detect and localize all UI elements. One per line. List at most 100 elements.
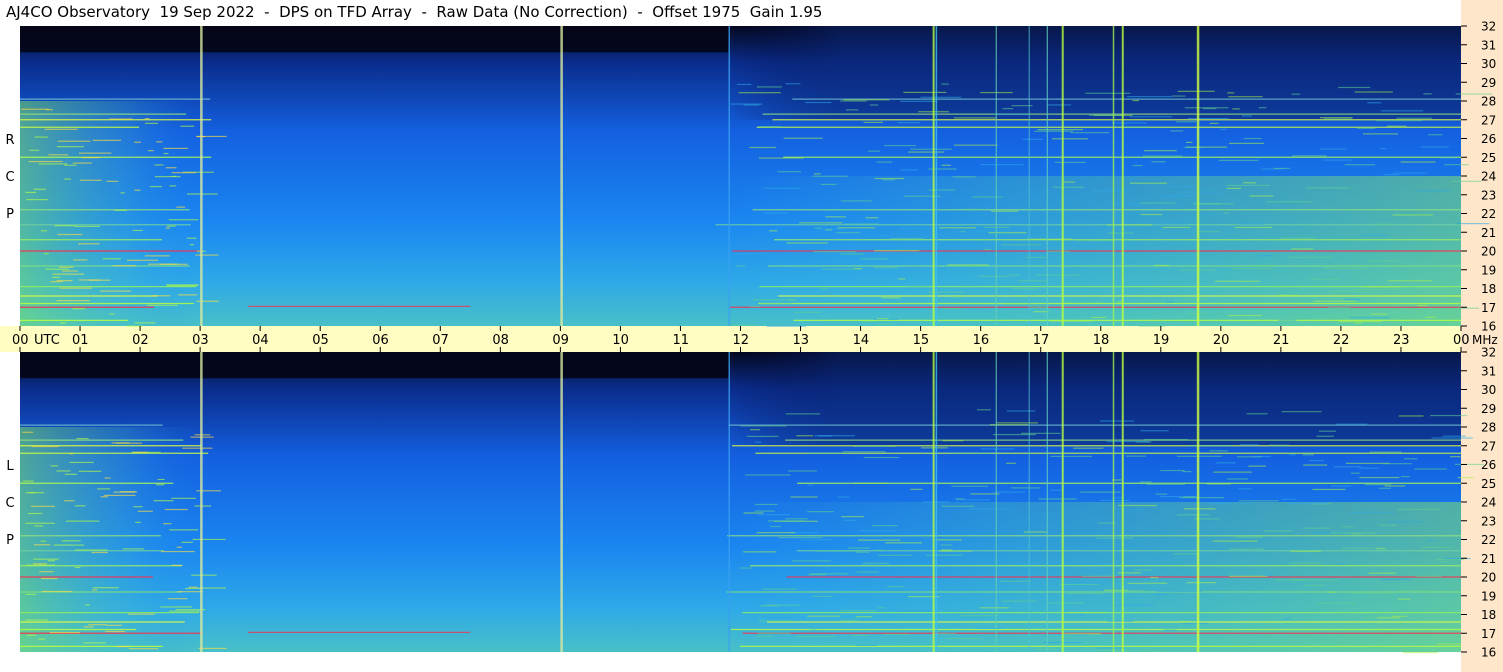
lcp-speckle bbox=[810, 573, 849, 575]
lcp-speckle bbox=[926, 554, 963, 556]
lcp-speckle bbox=[1252, 455, 1271, 458]
time-tick-label-24: 00 bbox=[1453, 333, 1470, 348]
time-tick-label-2: 02 bbox=[132, 333, 149, 348]
lcp-speckle-left bbox=[133, 506, 143, 508]
lcp-speckle bbox=[1050, 489, 1064, 491]
rcp-speckle bbox=[1344, 164, 1376, 166]
rcp-speckle-left bbox=[165, 167, 177, 169]
lcp-speckle-left bbox=[69, 453, 74, 455]
lcp-speckle-left bbox=[192, 538, 226, 541]
time-tick-label-20: 20 bbox=[1213, 333, 1230, 348]
rcp-speckle-left bbox=[44, 128, 78, 130]
rcp-speckle bbox=[953, 117, 996, 119]
lcp-speckle bbox=[739, 567, 752, 569]
lcp-speckle-left bbox=[83, 626, 94, 628]
lcp-speckle-left bbox=[25, 564, 56, 566]
lcp-speckle bbox=[862, 562, 890, 564]
rcp-speckle bbox=[822, 268, 861, 270]
lcp-speckle bbox=[994, 491, 1026, 493]
lcp-speckle bbox=[1179, 497, 1224, 499]
rcp-speckle bbox=[1144, 150, 1177, 152]
lcp-speckle bbox=[1336, 423, 1368, 425]
lcp-speckle bbox=[863, 456, 900, 459]
rcp-speckle bbox=[940, 308, 962, 310]
rcp-speckle bbox=[1009, 274, 1020, 276]
lcp-upper-cutoff bbox=[20, 352, 729, 379]
rcp-speckle bbox=[1292, 155, 1327, 157]
lcp-speckle bbox=[1398, 415, 1424, 417]
rcp-speckle bbox=[1052, 138, 1089, 140]
rcp-speckle bbox=[1033, 311, 1049, 313]
time-tick-label-15: 15 bbox=[913, 333, 930, 348]
lcp-speckle bbox=[955, 498, 965, 500]
time-tick-label-21: 21 bbox=[1273, 333, 1290, 348]
rcp-speckle bbox=[1046, 104, 1072, 106]
lcp-speckle bbox=[858, 539, 901, 541]
rcp-vertical-streak-9 bbox=[1112, 26, 1115, 326]
rcp-speckle-left bbox=[79, 179, 102, 181]
lcp-speckle bbox=[1017, 547, 1031, 549]
lcp-speckle-left bbox=[74, 566, 81, 569]
lcp-speckle bbox=[1421, 546, 1452, 548]
freq-tick-label-1-8: 24 bbox=[1481, 496, 1496, 510]
rcp-early-band bbox=[20, 101, 201, 326]
rcp-speckle-left bbox=[52, 273, 84, 275]
lcp-speckle bbox=[754, 510, 775, 512]
rcp-speckle-left bbox=[144, 122, 159, 124]
lcp-speckle bbox=[1066, 592, 1103, 595]
freq-tick-label-1-14: 30 bbox=[1481, 383, 1496, 397]
lcp-speckle bbox=[976, 627, 1002, 629]
rcp-speckle bbox=[1280, 237, 1315, 239]
lcp-speckle-left bbox=[27, 634, 37, 636]
rcp-speckle bbox=[1001, 244, 1041, 246]
lcp-speckle bbox=[841, 516, 864, 518]
rcp-speckle bbox=[1200, 231, 1221, 233]
rcp-speckle bbox=[1320, 148, 1347, 150]
rcp-speckle bbox=[843, 99, 890, 101]
lcp-speckle bbox=[853, 482, 888, 484]
rcp-speckle bbox=[1170, 130, 1184, 132]
rcp-speckle-left bbox=[100, 290, 132, 292]
freq-tick-label-1-1: 17 bbox=[1481, 627, 1496, 641]
freq-tick-label-1-3: 19 bbox=[1481, 589, 1496, 603]
lcp-speckle-left bbox=[128, 648, 159, 650]
rcp-speckle bbox=[1155, 223, 1189, 225]
lcp-speckle bbox=[1063, 633, 1102, 635]
rcp-speckle-left bbox=[109, 313, 115, 315]
lcp-speckle bbox=[1078, 614, 1086, 616]
rcp-speckle bbox=[1163, 195, 1189, 197]
rcp-speckle bbox=[1129, 182, 1167, 184]
rcp-speckle bbox=[1132, 164, 1143, 167]
lcp-speckle bbox=[1350, 472, 1360, 474]
rcp-speckle bbox=[1022, 138, 1043, 140]
lcp-speckle-left bbox=[40, 540, 47, 542]
rcp-speckle bbox=[1234, 226, 1273, 229]
time-tick-label-16: 16 bbox=[973, 333, 990, 348]
rcp-speckle bbox=[1091, 316, 1107, 319]
lcp-speckle bbox=[935, 539, 962, 541]
rcp-speckle bbox=[1273, 167, 1291, 169]
rcp-speckle bbox=[1092, 190, 1130, 192]
rcp-speckle-left bbox=[57, 140, 91, 142]
lcp-speckle bbox=[1118, 504, 1157, 507]
rcp-speckle bbox=[793, 311, 821, 313]
rcp-speckle-left bbox=[132, 229, 143, 232]
lcp-speckle bbox=[1067, 582, 1108, 584]
lcp-speckle-left bbox=[53, 544, 85, 546]
rcp-speckle bbox=[1338, 86, 1371, 89]
rcp-speckle bbox=[941, 164, 951, 166]
lcp-speckle bbox=[1067, 611, 1106, 614]
rcp-speckle bbox=[1177, 90, 1215, 92]
rcp-speckle bbox=[1392, 172, 1428, 174]
rcp-speckle-left bbox=[166, 284, 199, 286]
rcp-speckle-left bbox=[40, 230, 48, 232]
rcp-speckle bbox=[738, 92, 781, 94]
lcp-speckle bbox=[1380, 578, 1413, 580]
time-tick-label-6: 06 bbox=[372, 333, 389, 348]
rcp-speckle bbox=[786, 242, 828, 244]
lcp-speckle bbox=[1450, 456, 1461, 458]
rcp-speckle bbox=[1139, 202, 1177, 204]
rcp-speckle bbox=[1241, 115, 1252, 117]
lcp-speckle-left bbox=[137, 510, 153, 512]
rcp-speckle bbox=[1143, 155, 1183, 157]
